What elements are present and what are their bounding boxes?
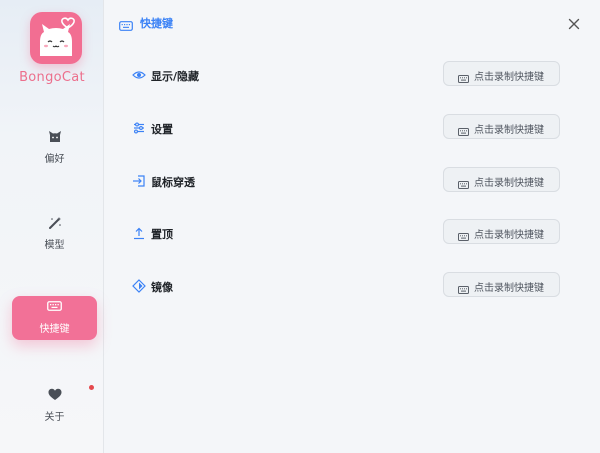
record-shortcut-button[interactable]: 点击录制快捷键 — [443, 114, 560, 139]
shortcut-row-settings: 设置 点击录制快捷键 — [104, 114, 600, 142]
close-icon — [568, 18, 580, 30]
record-shortcut-label: 点击录制快捷键 — [474, 230, 544, 241]
close-button[interactable] — [566, 16, 582, 32]
record-shortcut-label: 点击录制快捷键 — [474, 283, 544, 294]
record-shortcut-button[interactable]: 点击录制快捷键 — [443, 61, 560, 86]
sidebar-item-preferences[interactable]: 偏好 — [12, 126, 97, 170]
eye-icon — [132, 67, 146, 81]
record-shortcut-button[interactable]: 点击录制快捷键 — [443, 272, 560, 297]
main-panel: 快捷键 显示/隐藏 点击录制快捷键 设置 点击录制快捷键 鼠标穿透 点击录制快捷… — [104, 0, 600, 453]
pin-top-icon — [132, 225, 146, 240]
shortcut-label: 设置 — [151, 123, 173, 136]
notification-badge — [89, 385, 94, 390]
keyboard-icon — [458, 175, 469, 194]
page-title: 快捷键 — [140, 17, 173, 30]
shortcut-label: 镜像 — [151, 281, 173, 294]
sidebar-item-shortcuts[interactable]: 快捷键 — [12, 296, 97, 340]
keyboard-icon — [458, 69, 469, 88]
sidebar-item-label: 模型 — [44, 240, 65, 251]
keyboard-icon — [119, 17, 133, 36]
record-shortcut-label: 点击录制快捷键 — [474, 125, 544, 136]
shortcut-label: 显示/隐藏 — [151, 70, 200, 83]
sidebar: BongoCat 偏好 模型 快捷键 关于 — [0, 0, 104, 453]
sidebar-item-label: 关于 — [44, 412, 65, 423]
cat-heart-logo-icon — [40, 17, 75, 56]
sliders-icon — [132, 120, 146, 134]
cat-face-icon — [12, 130, 97, 146]
sidebar-item-about[interactable]: 关于 — [12, 384, 97, 428]
enter-icon — [132, 173, 146, 187]
app-name: BongoCat — [19, 70, 85, 85]
sidebar-item-label: 快捷键 — [39, 324, 70, 335]
heart-icon — [12, 388, 97, 404]
app-logo — [30, 12, 82, 64]
shortcut-row-mirror: 镜像 点击录制快捷键 — [104, 272, 600, 300]
shortcut-label: 鼠标穿透 — [151, 176, 195, 189]
sidebar-item-model[interactable]: 模型 — [12, 212, 97, 256]
record-shortcut-label: 点击录制快捷键 — [474, 178, 544, 189]
keyboard-icon — [458, 280, 469, 299]
shortcut-row-always-on-top: 置顶 点击录制快捷键 — [104, 219, 600, 247]
keyboard-icon — [458, 122, 469, 141]
magic-wand-icon — [12, 216, 97, 232]
mirror-icon — [132, 278, 146, 293]
sidebar-item-label: 偏好 — [44, 154, 65, 165]
record-shortcut-label: 点击录制快捷键 — [474, 72, 544, 83]
keyboard-icon — [12, 300, 97, 316]
shortcut-row-mouse-passthrough: 鼠标穿透 点击录制快捷键 — [104, 167, 600, 195]
record-shortcut-button[interactable]: 点击录制快捷键 — [443, 167, 560, 192]
keyboard-icon — [458, 227, 469, 246]
panel-header: 快捷键 — [104, 0, 600, 48]
shortcut-label: 置顶 — [151, 228, 173, 241]
shortcut-row-toggle-visibility: 显示/隐藏 点击录制快捷键 — [104, 61, 600, 89]
record-shortcut-button[interactable]: 点击录制快捷键 — [443, 219, 560, 244]
